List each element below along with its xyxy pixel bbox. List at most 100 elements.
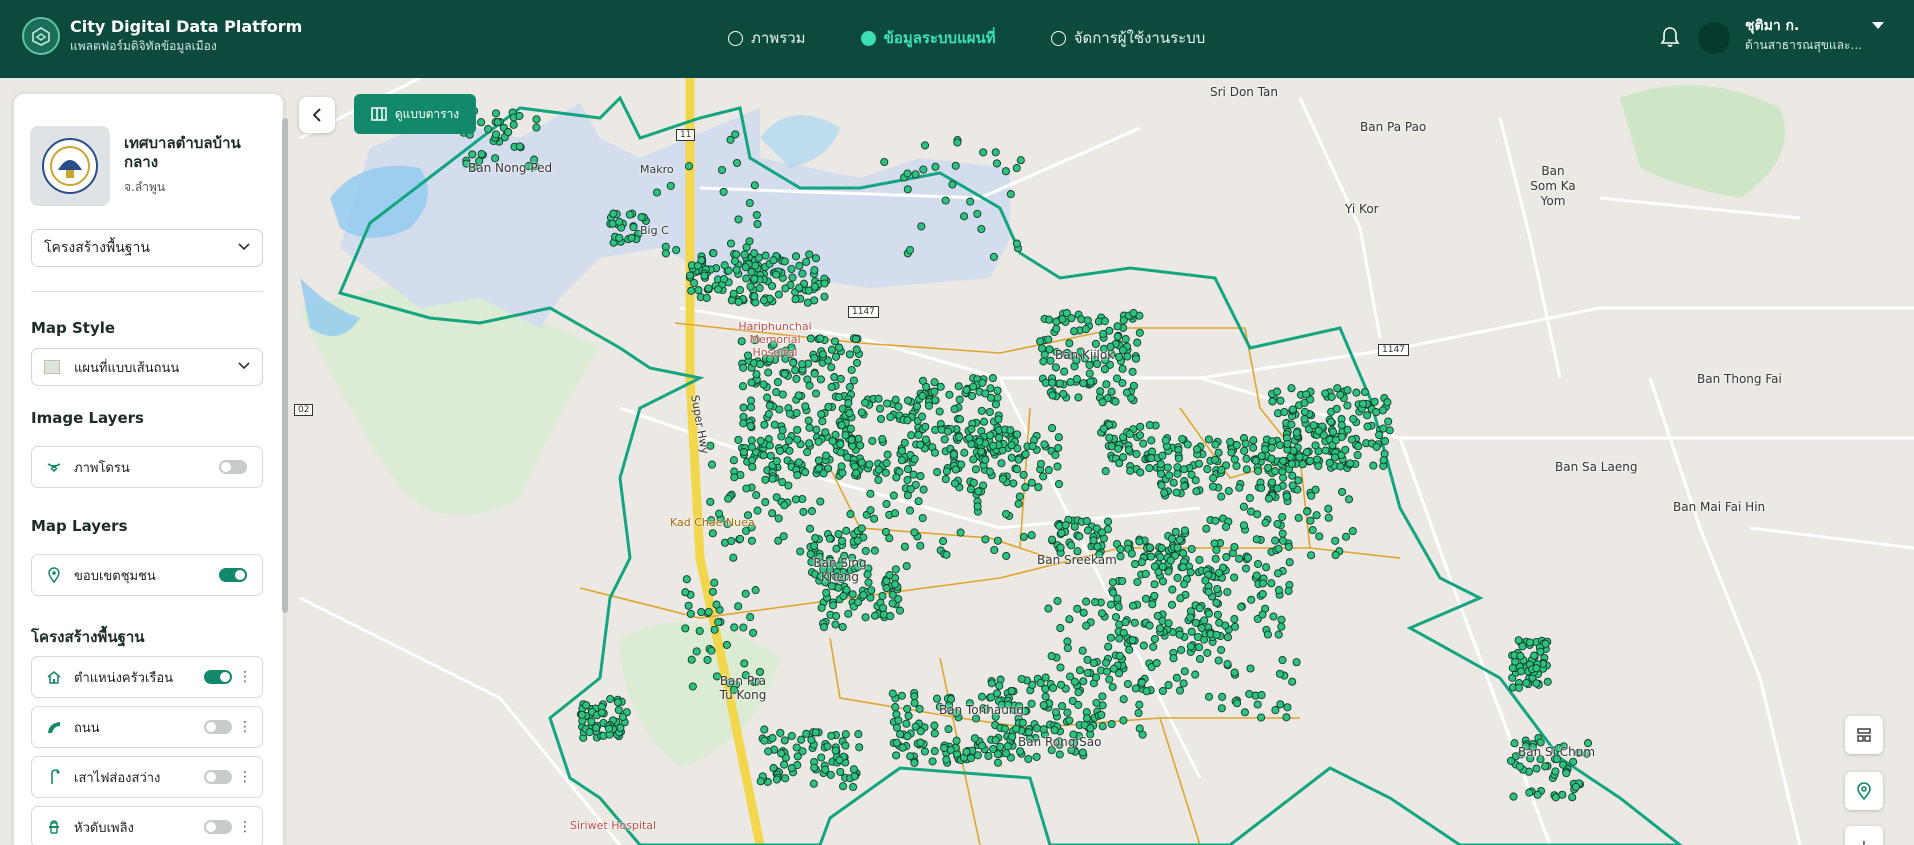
household-point[interactable] — [752, 210, 761, 220]
household-point[interactable] — [1118, 346, 1127, 355]
household-point[interactable] — [1077, 315, 1086, 324]
household-point[interactable] — [1012, 430, 1022, 439]
household-point[interactable] — [704, 607, 713, 617]
household-point[interactable] — [1039, 725, 1048, 734]
household-point[interactable] — [803, 448, 812, 457]
household-point[interactable] — [973, 502, 982, 511]
household-point[interactable] — [810, 541, 819, 550]
household-point[interactable] — [993, 536, 1002, 545]
household-point[interactable] — [1247, 595, 1256, 604]
household-point[interactable] — [942, 467, 951, 476]
household-point[interactable] — [1067, 314, 1076, 323]
household-point[interactable] — [881, 527, 890, 536]
household-point[interactable] — [1194, 459, 1204, 468]
household-point[interactable] — [1150, 634, 1159, 644]
household-point[interactable] — [1230, 455, 1239, 464]
household-point[interactable] — [1324, 513, 1333, 522]
household-point[interactable] — [930, 747, 939, 756]
household-point[interactable] — [1341, 532, 1351, 541]
household-point[interactable] — [1028, 680, 1037, 689]
layer-fire-hydrants[interactable]: หัวดับเพลิง ⋮ — [31, 806, 263, 845]
household-point[interactable] — [1137, 678, 1146, 687]
household-point[interactable] — [661, 242, 670, 251]
household-point[interactable] — [740, 250, 749, 259]
household-point[interactable] — [867, 586, 876, 595]
household-point[interactable] — [1370, 397, 1379, 406]
household-point[interactable] — [950, 479, 960, 488]
household-point[interactable] — [814, 437, 823, 446]
household-point[interactable] — [791, 366, 800, 375]
household-point[interactable] — [761, 475, 770, 484]
household-point[interactable] — [1213, 584, 1222, 594]
household-point[interactable] — [778, 426, 787, 435]
household-point[interactable] — [1315, 532, 1324, 541]
household-point[interactable] — [1114, 352, 1124, 361]
household-point[interactable] — [1252, 535, 1261, 544]
household-point[interactable] — [1147, 436, 1156, 445]
household-point[interactable] — [1239, 502, 1248, 511]
household-point[interactable] — [747, 536, 756, 545]
household-point[interactable] — [1141, 569, 1150, 578]
household-point[interactable] — [1156, 553, 1165, 562]
household-point[interactable] — [801, 402, 810, 411]
household-point[interactable] — [509, 120, 518, 129]
household-point[interactable] — [585, 728, 594, 737]
layers-button[interactable] — [1845, 716, 1883, 754]
household-point[interactable] — [1203, 648, 1212, 657]
household-point[interactable] — [939, 537, 948, 546]
household-point[interactable] — [515, 142, 524, 151]
household-point[interactable] — [977, 406, 986, 415]
household-point[interactable] — [1518, 642, 1527, 651]
household-point[interactable] — [844, 399, 853, 408]
layer-drone-toggle[interactable] — [219, 460, 247, 474]
household-point[interactable] — [1073, 604, 1082, 613]
household-point[interactable] — [1230, 573, 1239, 582]
household-point[interactable] — [1354, 442, 1363, 451]
household-point[interactable] — [1158, 686, 1167, 696]
household-point[interactable] — [805, 250, 814, 259]
household-point[interactable] — [921, 422, 930, 431]
household-point[interactable] — [966, 197, 975, 206]
household-point[interactable] — [1135, 724, 1144, 733]
household-point[interactable] — [886, 612, 895, 621]
household-point[interactable] — [1052, 324, 1061, 333]
household-point[interactable] — [747, 378, 756, 387]
household-point[interactable] — [1015, 492, 1024, 501]
household-point[interactable] — [732, 250, 741, 259]
household-point[interactable] — [687, 655, 696, 664]
household-point[interactable] — [1292, 658, 1301, 667]
household-point[interactable] — [1150, 562, 1159, 571]
household-point[interactable] — [1327, 392, 1336, 401]
household-point[interactable] — [911, 170, 920, 179]
household-point[interactable] — [1145, 543, 1155, 552]
household-point[interactable] — [832, 544, 841, 553]
household-point[interactable] — [1139, 641, 1148, 650]
household-point[interactable] — [794, 391, 803, 400]
household-point[interactable] — [845, 382, 854, 392]
household-point[interactable] — [1119, 316, 1128, 325]
household-point[interactable] — [936, 382, 945, 391]
household-point[interactable] — [932, 694, 942, 703]
household-point[interactable] — [955, 432, 964, 442]
map-style-select[interactable]: แผนที่แบบเส้นถนน — [31, 348, 263, 386]
household-point[interactable] — [1280, 407, 1289, 417]
household-point[interactable] — [1240, 446, 1249, 455]
household-point[interactable] — [919, 485, 928, 494]
table-view-button[interactable]: ดูแบบตาราง — [354, 94, 476, 134]
household-point[interactable] — [1002, 749, 1011, 758]
household-point[interactable] — [1336, 462, 1345, 471]
household-point[interactable] — [1187, 544, 1196, 554]
household-point[interactable] — [688, 682, 697, 691]
household-point[interactable] — [1086, 377, 1095, 386]
household-point[interactable] — [1164, 681, 1173, 690]
household-point[interactable] — [987, 679, 996, 688]
household-point[interactable] — [974, 487, 983, 496]
household-point[interactable] — [1551, 767, 1560, 776]
household-point[interactable] — [1083, 668, 1092, 677]
household-point[interactable] — [1150, 591, 1159, 600]
household-point[interactable] — [1517, 667, 1526, 676]
household-point[interactable] — [910, 698, 919, 708]
layer-households-toggle[interactable] — [204, 670, 232, 684]
household-point[interactable] — [1241, 439, 1250, 448]
household-point[interactable] — [903, 396, 913, 405]
